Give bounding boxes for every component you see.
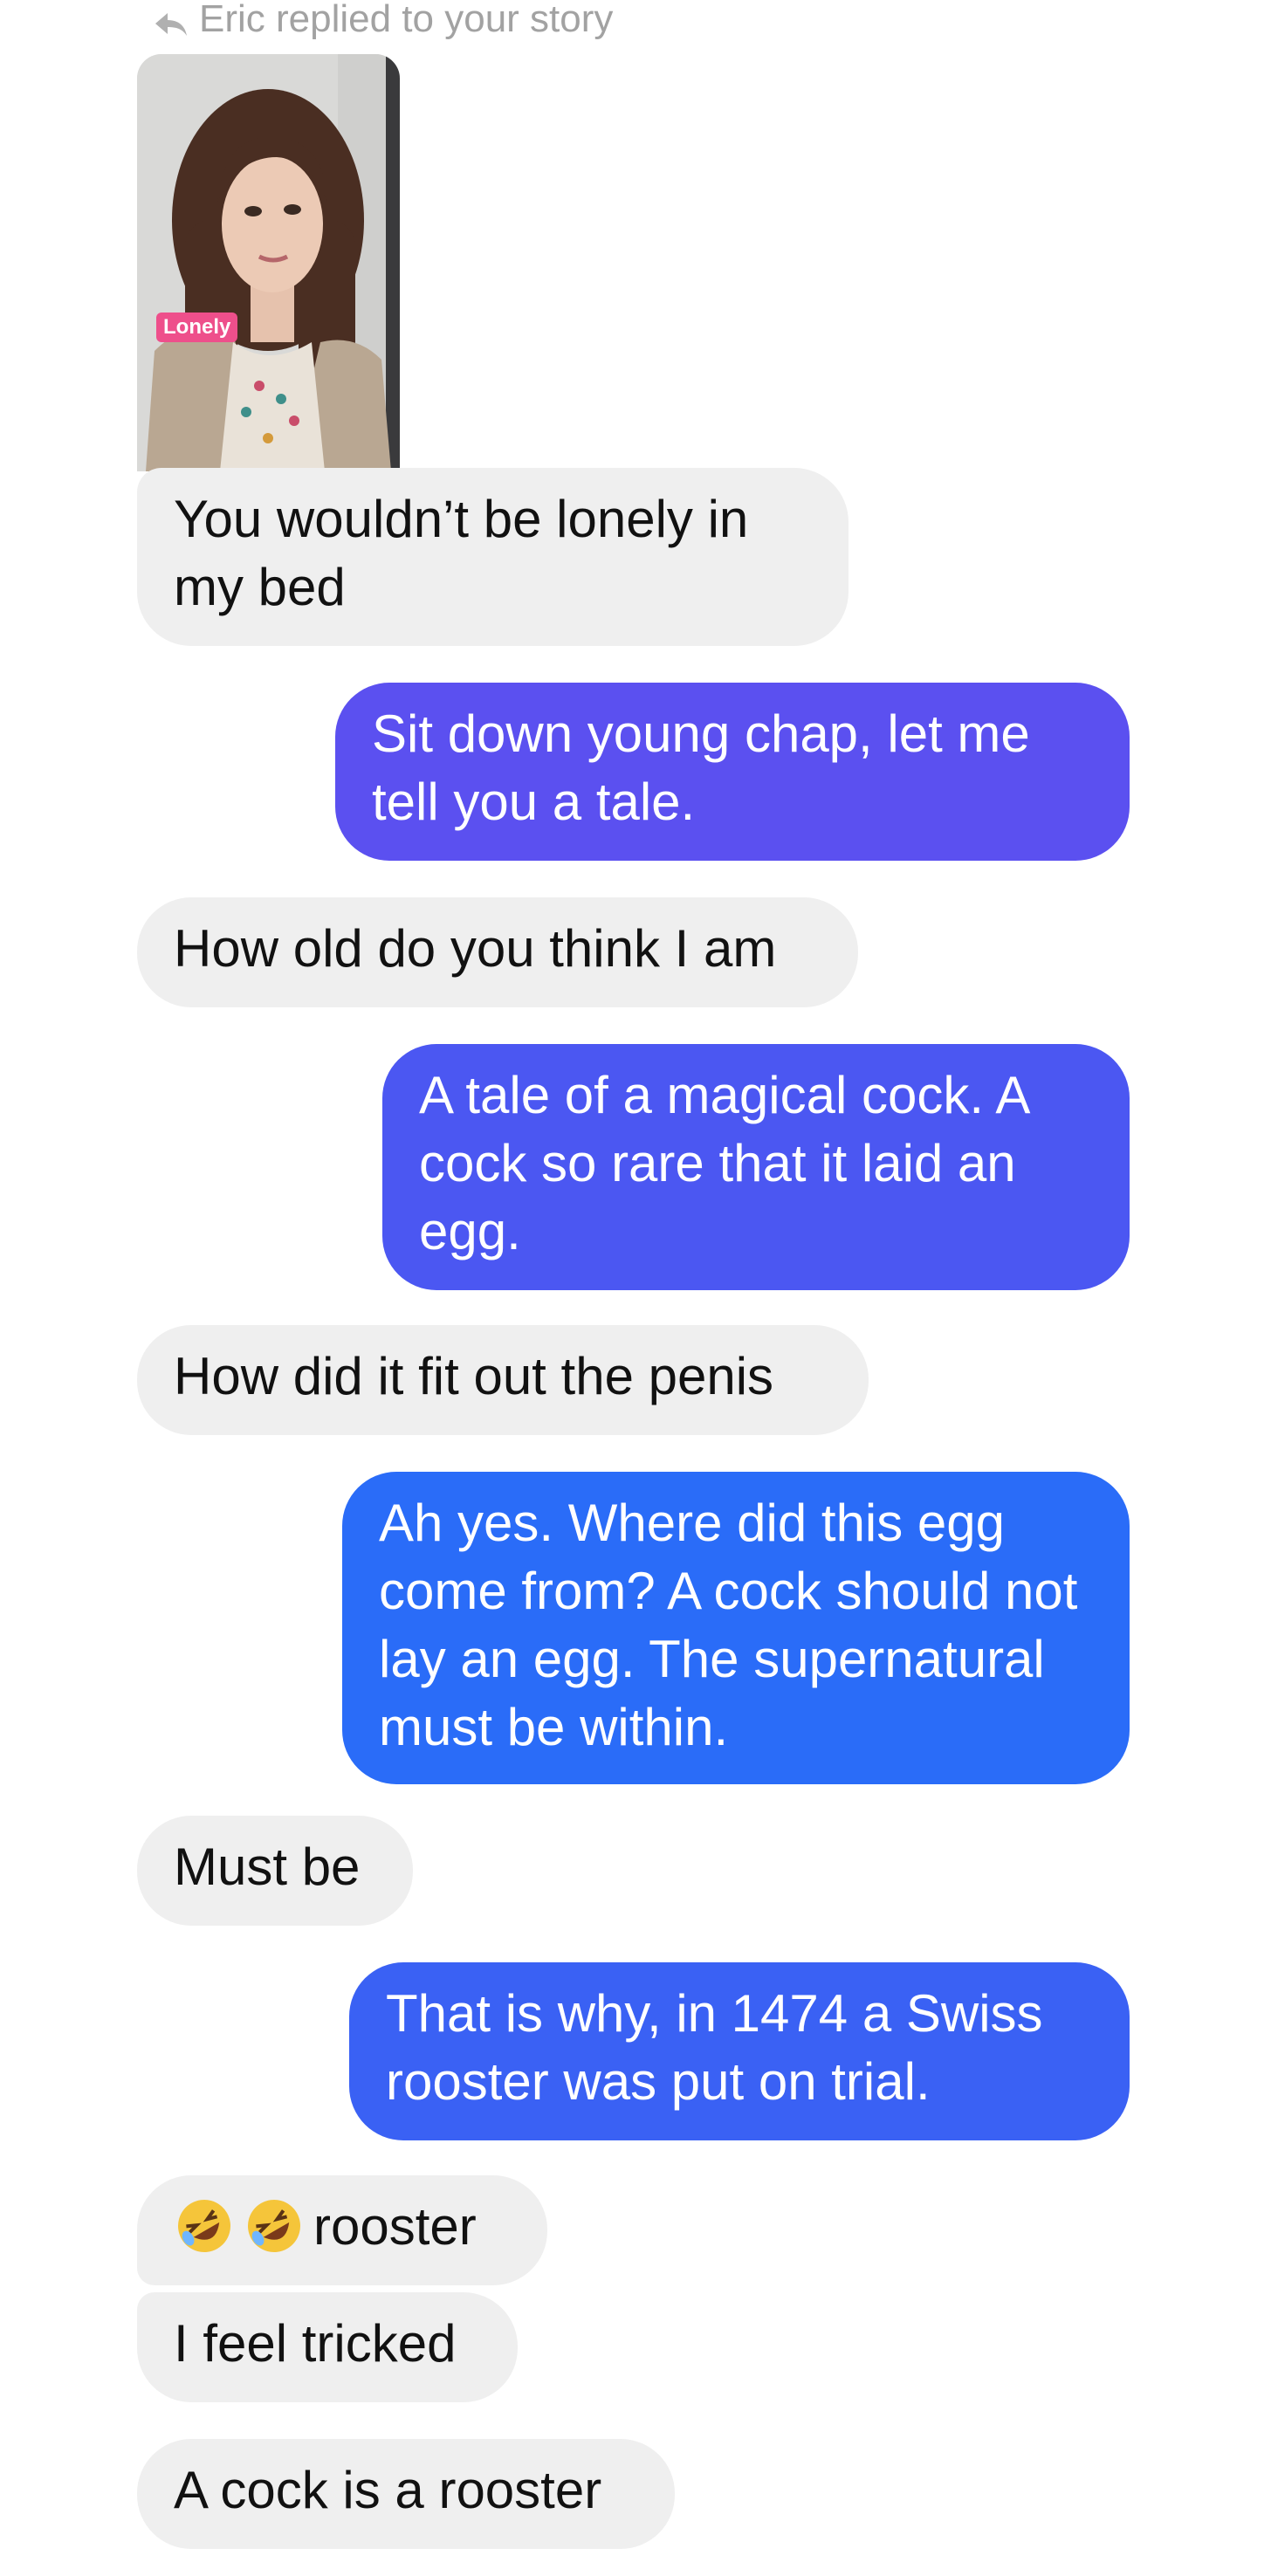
- outgoing-message[interactable]: A tale of a magical cock. A cock so rare…: [382, 1044, 1130, 1290]
- incoming-message[interactable]: I feel tricked: [137, 2292, 518, 2402]
- incoming-message[interactable]: rooster: [137, 2175, 547, 2285]
- outgoing-message[interactable]: Ah yes. Where did this egg come from? A …: [342, 1472, 1130, 1784]
- outgoing-message[interactable]: Sit down young chap, let me tell you a t…: [335, 683, 1130, 861]
- incoming-message[interactable]: Must be: [137, 1816, 413, 1926]
- story-tag: Lonely: [156, 313, 238, 342]
- story-reply-text: Eric replied to your story: [199, 0, 614, 40]
- message-text: rooster: [313, 2197, 477, 2256]
- story-thumbnail[interactable]: Lonely: [137, 54, 400, 471]
- incoming-message[interactable]: You wouldn’t be lonely in my bed: [137, 468, 848, 646]
- rolling-on-floor-laughing-icon: [244, 2195, 305, 2257]
- outgoing-message[interactable]: That is why, in 1474 a Swiss rooster was…: [349, 1962, 1130, 2140]
- reply-arrow-icon: [154, 6, 189, 36]
- incoming-message[interactable]: How old do you think I am: [137, 897, 858, 1007]
- incoming-message[interactable]: How did it fit out the penis: [137, 1325, 869, 1435]
- story-reply-label: Eric replied to your story: [154, 0, 613, 38]
- incoming-message[interactable]: A cock is a rooster: [137, 2439, 675, 2549]
- rolling-on-floor-laughing-icon: [174, 2195, 235, 2257]
